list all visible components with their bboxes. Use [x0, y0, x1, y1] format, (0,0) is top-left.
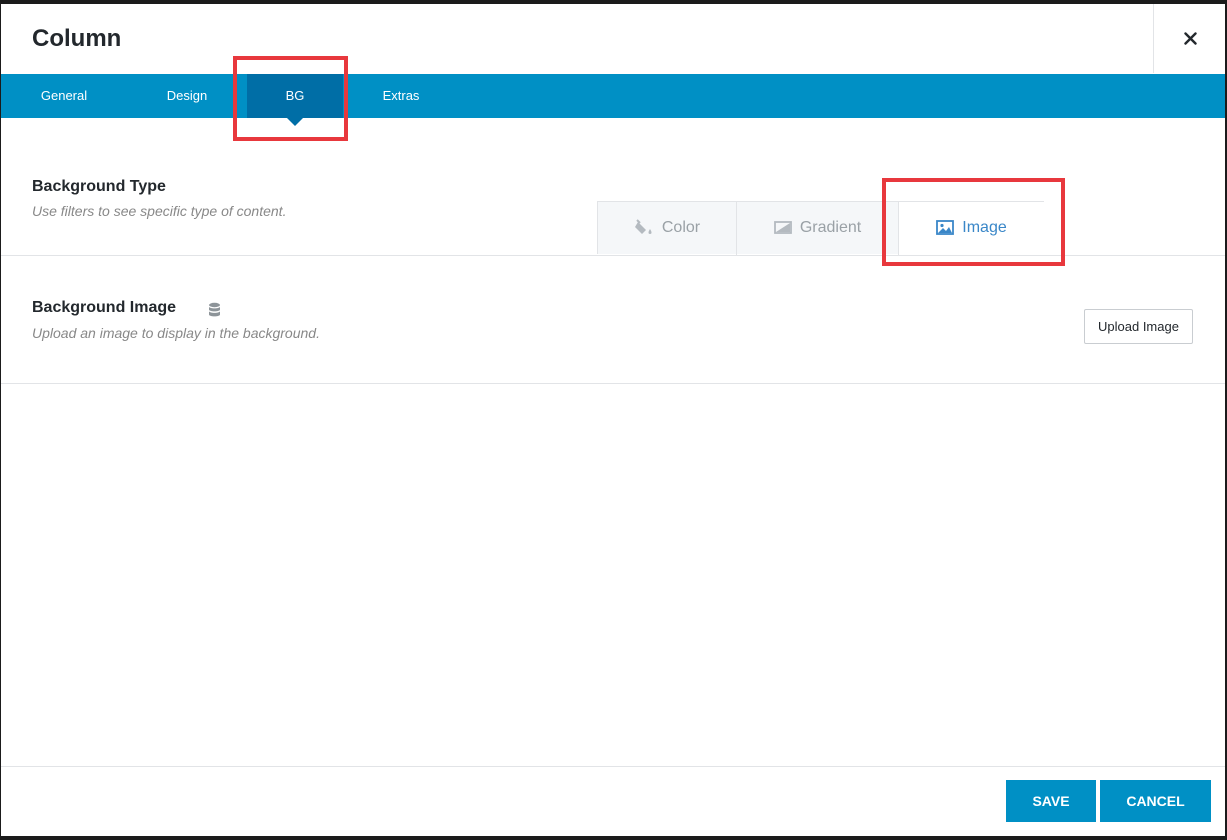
color-option-label: Color [661, 219, 701, 236]
gradient-icon [773, 221, 792, 235]
image-option-button[interactable]: Image [899, 202, 1044, 255]
background-type-description: Use filters to see specific type of cont… [32, 203, 287, 219]
tab-design[interactable]: Design [127, 74, 247, 118]
save-button[interactable]: SAVE [1006, 780, 1096, 822]
column-settings-dialog: Column General Design BG Extras Backgrou… [1, 4, 1225, 836]
tab-extras[interactable]: Extras [343, 74, 459, 118]
image-icon [936, 220, 955, 236]
tab-bg[interactable]: BG [247, 74, 343, 126]
dialog-title: Column [32, 25, 122, 52]
paint-bucket-icon [634, 219, 652, 234]
tab-design-label: Design [166, 88, 208, 103]
image-option-label: Image [962, 219, 1007, 236]
background-image-section: Background Image Upload an image to disp… [1, 256, 1225, 384]
background-image-description: Upload an image to display in the backgr… [32, 325, 320, 341]
tab-bg-label: BG [285, 88, 305, 103]
close-button[interactable] [1153, 4, 1225, 73]
color-option-button[interactable]: Color [598, 202, 737, 255]
background-type-section: Background Type Use filters to see speci… [1, 118, 1225, 256]
upload-image-button[interactable]: Upload Image [1084, 309, 1193, 344]
background-type-selector: Color Gradient Image [597, 201, 1044, 255]
tab-general-label: General [40, 88, 88, 103]
gradient-option-label: Gradient [799, 219, 862, 236]
tab-general[interactable]: General [1, 74, 127, 118]
tab-bar: General Design BG Extras [1, 74, 1225, 126]
database-icon [209, 302, 220, 317]
tab-extras-label: Extras [382, 88, 420, 103]
close-icon [1184, 32, 1197, 45]
dialog-footer: SAVE CANCEL [1, 766, 1225, 836]
cancel-button[interactable]: CANCEL [1100, 780, 1211, 822]
background-image-label: Background Image [32, 299, 177, 316]
gradient-option-button[interactable]: Gradient [737, 202, 899, 255]
background-type-label: Background Type [32, 178, 166, 195]
